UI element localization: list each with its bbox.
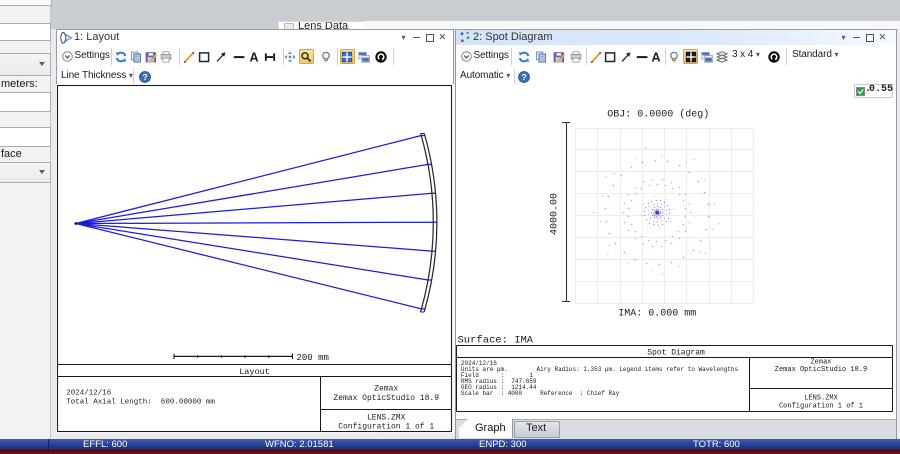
svg-text:4000.00: 4000.00: [550, 193, 561, 235]
svg-text:Scale bar : 4000 Referenc: Scale bar : 4000 Reference : Chief Ray: [461, 390, 620, 397]
svg-text:?: ?: [521, 72, 526, 82]
svg-text:Zemax: Zemax: [374, 385, 398, 394]
svg-text:OBJ: 0.0000 (deg): OBJ: 0.0000 (deg): [607, 109, 709, 121]
svg-text:2024/12/16: 2024/12/16: [66, 390, 112, 398]
svg-text:A: A: [652, 51, 661, 63]
svg-text:Zemax OpticStudio 18.9: Zemax OpticStudio 18.9: [333, 394, 439, 403]
svg-text:200 mm: 200 mm: [297, 353, 329, 363]
svg-text:Configuration 1 of 1: Configuration 1 of 1: [779, 402, 863, 410]
svg-text:?: ?: [142, 72, 147, 82]
svg-text:Spot Diagram: Spot Diagram: [647, 348, 705, 357]
svg-text:LENS.ZMX: LENS.ZMX: [804, 395, 838, 403]
svg-text:IMA: 0.000 mm: IMA: 0.000 mm: [618, 309, 696, 320]
svg-text:Surface: IMA: Surface: IMA: [458, 335, 534, 347]
svg-text:Total Axial Length: 600.00000: Total Axial Length: 600.00000 mm: [66, 399, 215, 407]
svg-text:A: A: [250, 51, 259, 63]
svg-text:LENS.ZMX: LENS.ZMX: [367, 414, 406, 423]
svg-text:Zemax OpticStudio 18.9: Zemax OpticStudio 18.9: [775, 366, 867, 374]
svg-text:Configuration 1 of 1: Configuration 1 of 1: [338, 423, 434, 432]
svg-text:Layout: Layout: [239, 367, 270, 377]
